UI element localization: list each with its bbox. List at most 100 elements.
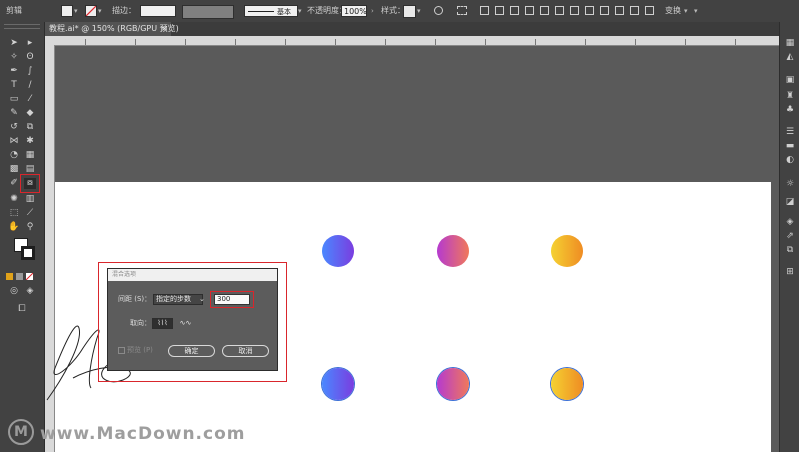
layers-icon[interactable]: ◈ xyxy=(785,218,795,227)
asset-export-icon[interactable]: ⇗ xyxy=(785,232,795,241)
slice-tool-icon[interactable]: ⟋ xyxy=(24,208,36,219)
chevron-right-icon[interactable]: › xyxy=(371,0,374,22)
document-tab[interactable]: 教程.ai* @ 150% (RGB/GPU 预览) × xyxy=(45,22,179,36)
direct-selection-tool-icon[interactable]: ▸ xyxy=(24,38,36,49)
preview-checkbox[interactable] xyxy=(118,347,125,354)
gradient-mode-icon[interactable] xyxy=(16,273,23,280)
align-to-icon[interactable] xyxy=(457,6,467,15)
line-tool-icon[interactable]: / xyxy=(24,80,36,91)
spacing-select-value: 指定的步数 xyxy=(156,295,191,303)
mesh-tool-icon[interactable]: ▩ xyxy=(8,164,20,175)
draw-behind-icon[interactable]: ◈ xyxy=(24,286,36,297)
shape-builder-tool-icon[interactable]: ◔ xyxy=(8,150,20,161)
recolor-icon[interactable] xyxy=(434,6,443,15)
control-bar: 剪辑 ▾ ▾ 描边： 基本 ▾ 不透明度： 100% › 样式： ▾ 变换 ▾ … xyxy=(0,0,799,23)
draw-mode-icon[interactable]: ◎ xyxy=(8,286,20,297)
chevron-down-icon[interactable]: ▾ xyxy=(694,0,698,22)
libraries-icon[interactable]: ◭ xyxy=(785,53,795,62)
none-mode-icon[interactable] xyxy=(26,273,33,280)
magic-wand-tool-icon[interactable]: ✧ xyxy=(8,52,20,63)
stroke-icon[interactable]: ☰ xyxy=(785,128,795,137)
distribute-right-icon[interactable] xyxy=(645,6,654,15)
chevron-down-icon[interactable]: ▾ xyxy=(98,0,102,22)
spacing-select[interactable]: 指定的步数 xyxy=(153,294,203,305)
stroke-swatch[interactable] xyxy=(85,5,97,17)
distribute-top-icon[interactable] xyxy=(570,6,579,15)
paintbrush-tool-icon[interactable]: ⁄ xyxy=(24,94,36,105)
screen-mode-icon[interactable]: ⧠ xyxy=(16,304,28,315)
align-top-icon[interactable] xyxy=(525,6,534,15)
chevron-down-icon[interactable]: ▾ xyxy=(684,0,688,22)
graphic-styles-icon[interactable]: ◪ xyxy=(785,198,795,207)
variable-width-field[interactable] xyxy=(182,5,234,19)
chevron-down-icon[interactable]: ▾ xyxy=(298,0,302,22)
panel-grip[interactable] xyxy=(4,24,40,29)
color-mode-icon[interactable] xyxy=(6,273,13,280)
stroke-weight-field[interactable] xyxy=(140,5,176,17)
pasteboard[interactable] xyxy=(55,46,779,182)
ok-button[interactable]: 确定 xyxy=(168,345,215,357)
align-to-page-button[interactable]: ⌇⌇⌇ xyxy=(152,318,173,329)
magenta-gradient-circle[interactable] xyxy=(437,235,469,267)
zoom-tool-icon[interactable]: ⚲ xyxy=(24,222,36,233)
color-icon[interactable]: ▣ xyxy=(785,76,795,85)
stroke-profile-label: 基本 xyxy=(277,8,291,16)
steps-input[interactable]: 300 xyxy=(214,294,250,305)
canvas-scroll-area[interactable] xyxy=(771,182,779,452)
fill-swatch[interactable] xyxy=(61,5,73,17)
rotate-tool-icon[interactable]: ↺ xyxy=(8,122,20,133)
hand-tool-icon[interactable]: ✋ xyxy=(8,222,20,233)
lasso-tool-icon[interactable]: ʘ xyxy=(24,52,36,63)
orange-gradient-circle-selected[interactable] xyxy=(551,368,583,400)
properties-icon[interactable]: ▦ xyxy=(785,39,795,48)
align-to-path-button[interactable]: ∿∿ xyxy=(175,318,196,329)
transparency-icon[interactable]: ◐ xyxy=(785,156,795,165)
align-hcenter-icon[interactable] xyxy=(495,6,504,15)
distribute-left-icon[interactable] xyxy=(615,6,624,15)
curvature-tool-icon[interactable]: ∫ xyxy=(24,66,36,77)
blue-gradient-circle[interactable] xyxy=(322,235,354,267)
distribute-bottom-icon[interactable] xyxy=(600,6,609,15)
pen-tool-icon[interactable]: ✒ xyxy=(8,66,20,77)
appearance-icon[interactable]: ☼ xyxy=(785,180,795,189)
stroke-profile-select[interactable]: 基本 xyxy=(244,5,298,17)
graphic-style-swatch[interactable] xyxy=(403,5,416,18)
align-bottom-icon[interactable] xyxy=(555,6,564,15)
pencil-tool-icon[interactable]: ✎ xyxy=(8,108,20,119)
transform-panel-icon[interactable]: ⊞ xyxy=(785,268,795,277)
artboards-icon[interactable]: ⧉ xyxy=(785,246,795,255)
distribute-hcenter-icon[interactable] xyxy=(630,6,639,15)
style-label: 样式： xyxy=(381,6,405,15)
distribute-vcenter-icon[interactable] xyxy=(585,6,594,15)
fill-stroke-icon[interactable] xyxy=(8,238,36,262)
opacity-input[interactable]: 100% xyxy=(341,5,367,17)
symbol-sprayer-tool-icon[interactable]: ✺ xyxy=(8,194,20,205)
transform-link[interactable]: 变换 xyxy=(665,0,681,22)
scale-tool-icon[interactable]: ⧉ xyxy=(24,122,36,133)
eyedropper-tool-icon[interactable]: ✐ xyxy=(8,178,20,189)
orange-gradient-circle[interactable] xyxy=(551,235,583,267)
align-vcenter-icon[interactable] xyxy=(540,6,549,15)
align-left-icon[interactable] xyxy=(480,6,489,15)
brushes-icon[interactable]: ♣ xyxy=(785,106,795,115)
artboard-tool-icon[interactable]: ⬚ xyxy=(8,208,20,219)
chevron-down-icon[interactable]: ▾ xyxy=(417,0,421,22)
cancel-button[interactable]: 取消 xyxy=(222,345,269,357)
width-tool-icon[interactable]: ⋈ xyxy=(8,136,20,147)
type-tool-icon[interactable]: T xyxy=(8,80,20,91)
magenta-gradient-circle-selected[interactable] xyxy=(437,368,469,400)
puppet-warp-tool-icon[interactable]: ✱ xyxy=(24,136,36,147)
align-right-icon[interactable] xyxy=(510,6,519,15)
perspective-grid-tool-icon[interactable]: ▦ xyxy=(24,150,36,161)
rectangle-tool-icon[interactable]: ▭ xyxy=(8,94,20,105)
eraser-tool-icon[interactable]: ◆ xyxy=(24,108,36,119)
chevron-down-icon[interactable]: ⌄ xyxy=(199,294,205,305)
selection-tool-icon[interactable]: ➤ xyxy=(8,38,20,49)
column-graph-tool-icon[interactable]: ▥ xyxy=(24,194,36,205)
horizontal-ruler[interactable] xyxy=(45,36,779,46)
gradient-panel-icon[interactable]: ▬ xyxy=(785,142,795,151)
blue-gradient-circle-selected[interactable] xyxy=(322,368,354,400)
swatches-icon[interactable]: ♜ xyxy=(785,92,795,101)
close-icon[interactable]: × xyxy=(161,22,168,36)
chevron-down-icon[interactable]: ▾ xyxy=(74,0,78,22)
